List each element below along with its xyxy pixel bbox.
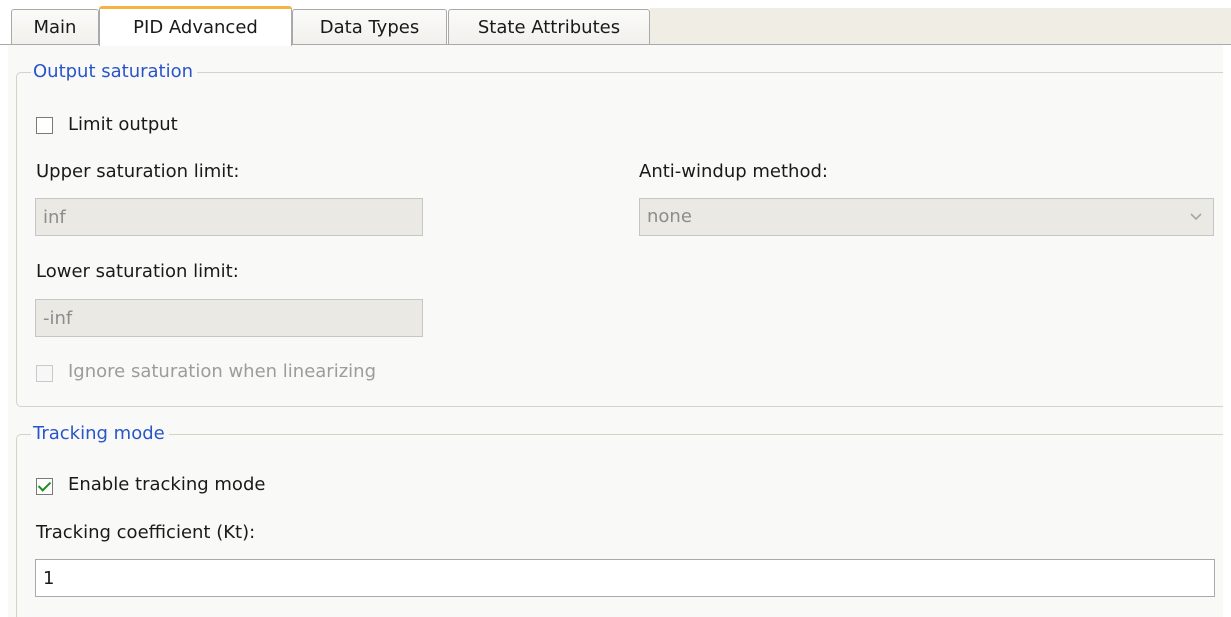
lower-saturation-limit-field[interactable]: [35, 299, 423, 337]
tab-state-attributes-label: State Attributes: [477, 16, 621, 38]
output-saturation-legend: Output saturation: [31, 61, 198, 83]
anti-windup-method-label: Anti-windup method:: [639, 161, 828, 182]
tab-bar: Main PID Advanced Data Types State Attri…: [0, 0, 1231, 46]
limit-output-checkbox[interactable]: [36, 117, 53, 134]
limit-output-label: Limit output: [68, 114, 178, 135]
enable-tracking-mode-checkbox[interactable]: [36, 478, 53, 495]
tab-bar-background: [650, 8, 1231, 45]
tab-pid-advanced-label: PID Advanced: [133, 17, 258, 38]
ignore-saturation-checkbox[interactable]: [36, 365, 53, 382]
tracking-mode-legend: Tracking mode: [31, 423, 169, 445]
tab-state-attributes[interactable]: State Attributes: [448, 9, 650, 44]
tab-main[interactable]: Main: [11, 9, 99, 44]
upper-saturation-limit-field[interactable]: [35, 198, 423, 236]
lower-saturation-limit-label: Lower saturation limit:: [36, 261, 239, 282]
tracking-mode-group: Tracking mode Enable tracking mode Track…: [16, 423, 1231, 617]
anti-windup-method-select[interactable]: none: [639, 198, 1214, 236]
chevron-down-icon[interactable]: [1181, 202, 1211, 232]
output-saturation-group: Output saturation Limit output Upper sat…: [16, 61, 1231, 407]
tab-data-types-label: Data Types: [319, 16, 420, 38]
tab-main-label: Main: [33, 16, 77, 38]
tracking-coefficient-field[interactable]: [35, 559, 1215, 597]
tab-data-types[interactable]: Data Types: [292, 9, 447, 44]
tab-pid-advanced[interactable]: PID Advanced: [99, 6, 292, 46]
anti-windup-method-value: none: [647, 206, 692, 227]
tracking-coefficient-label: Tracking coefficient (Kt):: [36, 522, 256, 543]
upper-saturation-limit-label: Upper saturation limit:: [36, 161, 240, 182]
ignore-saturation-label: Ignore saturation when linearizing: [68, 361, 376, 382]
right-edge: [1223, 45, 1231, 617]
enable-tracking-mode-label: Enable tracking mode: [68, 474, 266, 495]
